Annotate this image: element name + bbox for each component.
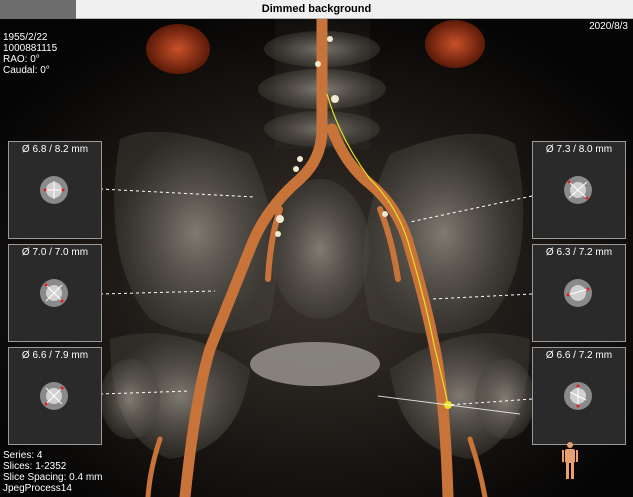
cross-section-right-3[interactable]: Ø 6.6 / 7.2 mm — [532, 347, 626, 445]
cross-section-image — [564, 176, 592, 204]
orientation-figure-icon — [562, 442, 578, 479]
diameter-label: Ø 6.8 / 8.2 mm — [21, 144, 89, 155]
diameter-label: Ø 6.6 / 7.9 mm — [21, 350, 89, 361]
series-number: Series: 4 — [3, 450, 43, 461]
series-info: Series: 4 Slices: 1-2352 Slice Spacing: … — [3, 450, 103, 494]
diameter-label: Ø 6.3 / 7.2 mm — [545, 247, 613, 258]
cross-section-image — [564, 382, 592, 410]
slice-spacing: Slice Spacing: 0.4 mm — [3, 472, 103, 483]
cross-section-image — [40, 279, 68, 307]
cross-section-image — [40, 382, 68, 410]
patient-info: 1955/2/22 1000881115 RAO: 0° Caudal: 0° — [3, 32, 57, 76]
cross-section-right-1[interactable]: Ø 7.3 / 8.0 mm — [532, 141, 626, 239]
patient-id: 1000881115 — [3, 43, 58, 54]
3d-render-viewport[interactable]: 1955/2/22 1000881115 RAO: 0° Caudal: 0° … — [0, 19, 633, 497]
cross-section-left-3[interactable]: Ø 6.6 / 7.9 mm — [8, 347, 102, 445]
cross-section-left-1[interactable]: Ø 6.8 / 8.2 mm — [8, 141, 102, 239]
window-titlebar: Dimmed background — [0, 0, 633, 19]
cross-section-right-2[interactable]: Ø 6.3 / 7.2 mm — [532, 244, 626, 342]
diameter-label: Ø 7.0 / 7.0 mm — [21, 247, 89, 258]
cross-section-left-2[interactable]: Ø 7.0 / 7.0 mm — [8, 244, 102, 342]
birth-date: 1955/2/22 — [3, 32, 48, 43]
compression: JpegProcess14 — [3, 483, 72, 494]
right-kidney — [425, 20, 485, 68]
study-date: 2020/8/3 — [589, 21, 628, 32]
left-kidney — [146, 24, 210, 74]
diameter-label: Ø 7.3 / 8.0 mm — [545, 144, 613, 155]
rao-angle: RAO: 0° — [3, 54, 40, 65]
window-title: Dimmed background — [261, 3, 372, 15]
slice-range: Slices: 1-2352 — [3, 461, 67, 472]
caudal-angle: Caudal: 0° — [3, 65, 50, 76]
diameter-label: Ø 6.6 / 7.2 mm — [545, 350, 613, 361]
cross-section-image — [40, 176, 68, 204]
cross-section-image — [564, 279, 592, 307]
